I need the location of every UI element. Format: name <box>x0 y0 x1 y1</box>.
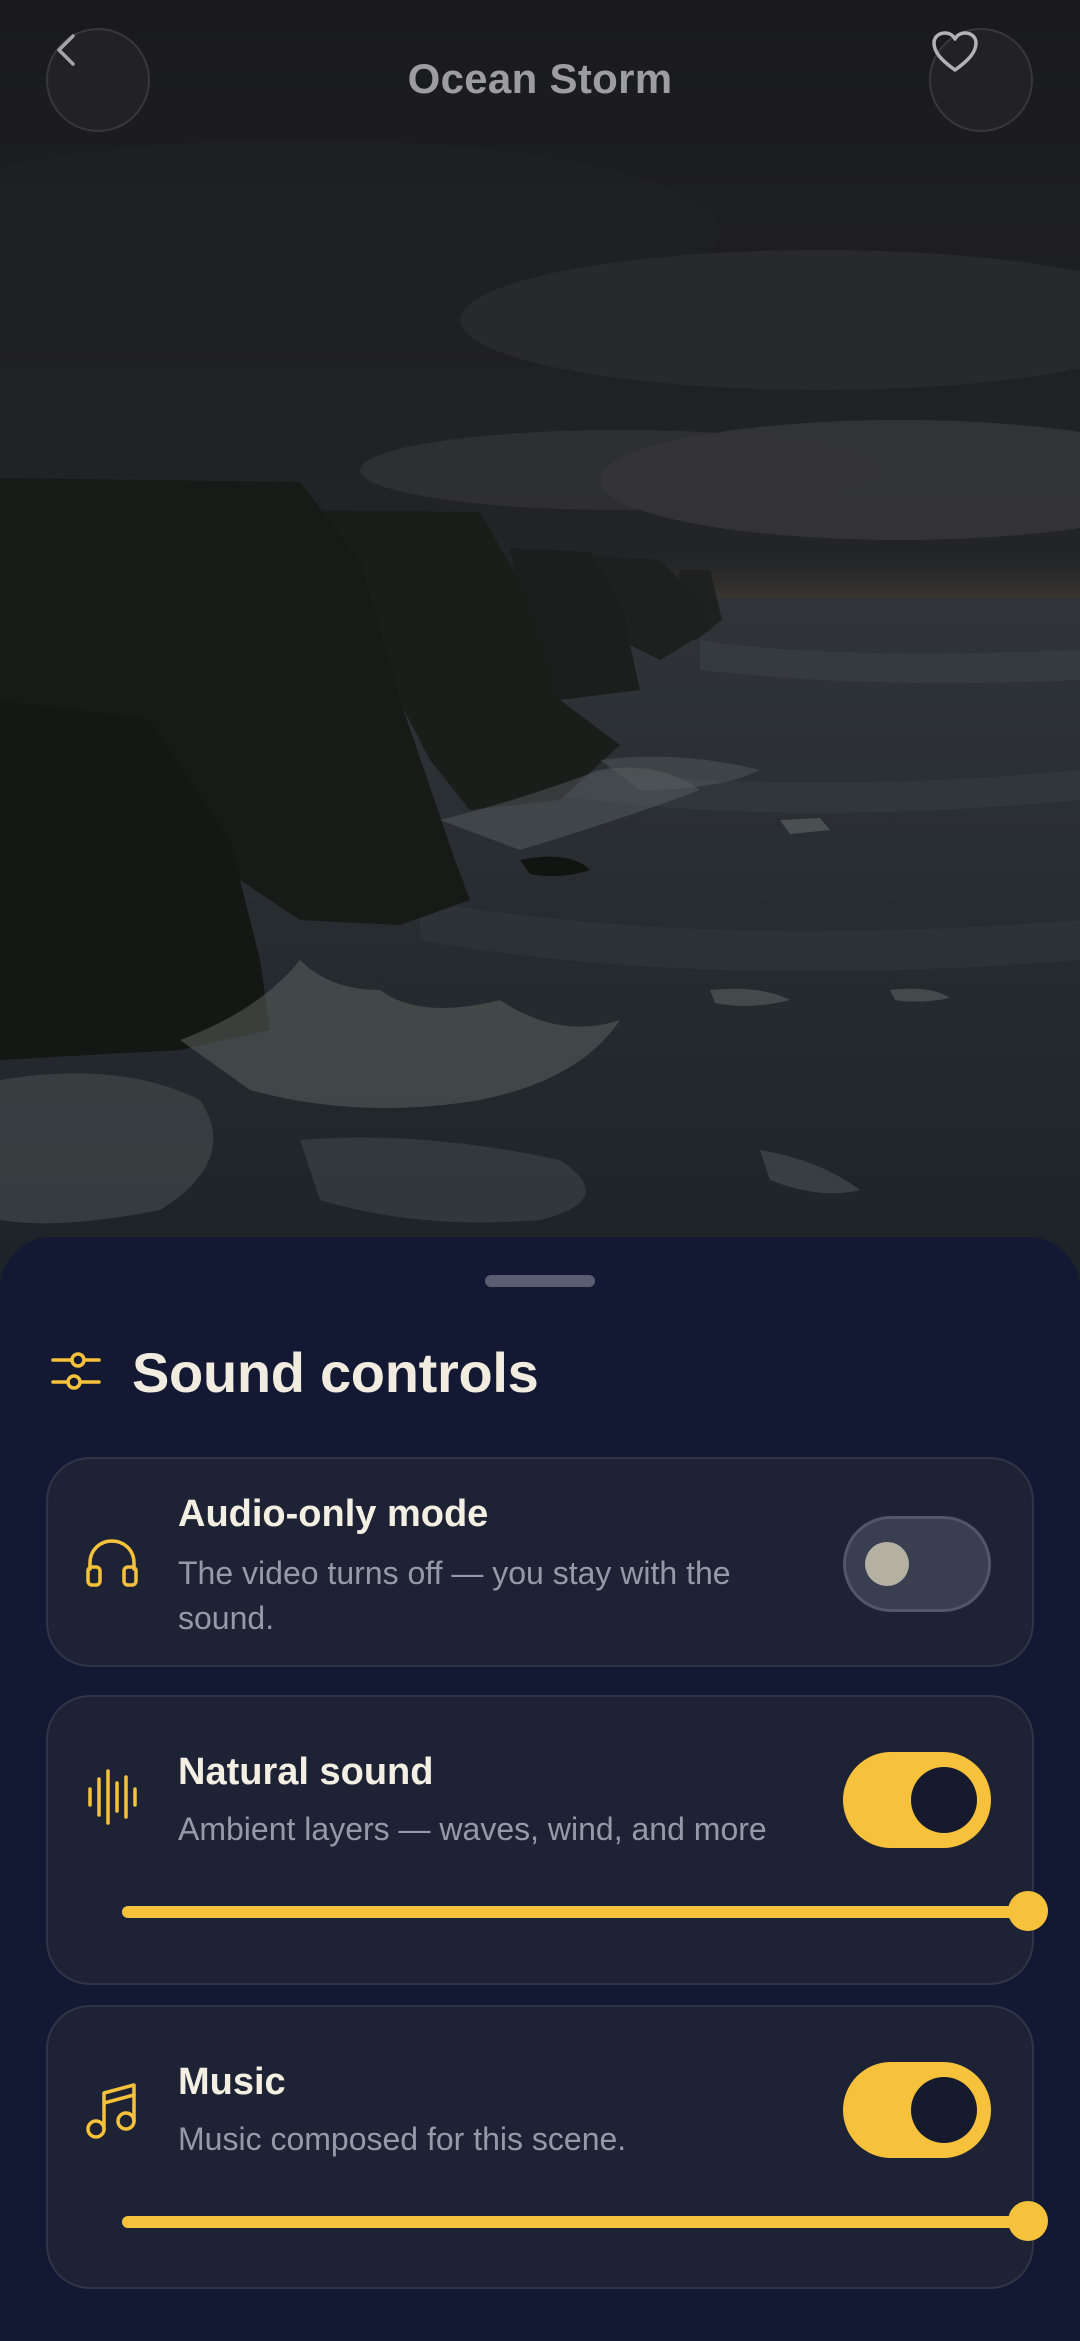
ocean-cliffs-image <box>0 0 1080 1290</box>
card-title: Audio-only mode <box>178 1493 489 1535</box>
music-volume-slider[interactable] <box>122 2201 1048 2241</box>
audio-only-toggle[interactable] <box>843 1516 991 1612</box>
toggle-knob <box>911 2077 977 2143</box>
scene-background: Ocean Storm <box>0 0 1080 1290</box>
sheet-title: Sound controls <box>132 1340 539 1404</box>
natural-sound-volume-slider[interactable] <box>122 1891 1048 1931</box>
card-description: Music composed for this scene. <box>178 2121 627 2157</box>
favorite-button[interactable] <box>929 28 1033 132</box>
natural-sound-card: Natural sound Ambient layers — waves, wi… <box>46 1695 1048 1985</box>
slider-fill <box>122 2216 1028 2228</box>
toggle-knob <box>865 1542 909 1586</box>
music-note-icon <box>86 2083 136 2139</box>
headphones-icon <box>86 1539 138 1587</box>
card-description: Ambient layers — waves, wind, and more <box>178 1811 767 1847</box>
slider-fill <box>122 1906 1028 1918</box>
music-card: Music Music composed for this scene. <box>46 2005 1048 2289</box>
music-toggle[interactable] <box>843 2062 991 2158</box>
waveform-icon <box>88 1769 137 1825</box>
heart-outline-icon <box>932 31 978 72</box>
card-title: Natural sound <box>178 1751 434 1793</box>
slider-thumb[interactable] <box>1008 1891 1048 1931</box>
card-title: Music <box>178 2061 286 2103</box>
audio-only-card: Audio-only mode The video turns off — yo… <box>46 1457 1034 1667</box>
sound-controls-sheet: Sound controls Audio-only mode The video… <box>0 1237 1080 2341</box>
card-description: The video turns off — you stay with the … <box>178 1555 731 1636</box>
toggle-knob <box>911 1767 977 1833</box>
sheet-drag-handle[interactable] <box>485 1275 595 1287</box>
natural-sound-toggle[interactable] <box>843 1752 991 1848</box>
page-title: Ocean Storm <box>407 55 673 102</box>
sliders-icon <box>51 1352 101 1390</box>
sheet-header: Sound controls <box>50 1337 539 1407</box>
slider-thumb[interactable] <box>1008 2201 1048 2241</box>
